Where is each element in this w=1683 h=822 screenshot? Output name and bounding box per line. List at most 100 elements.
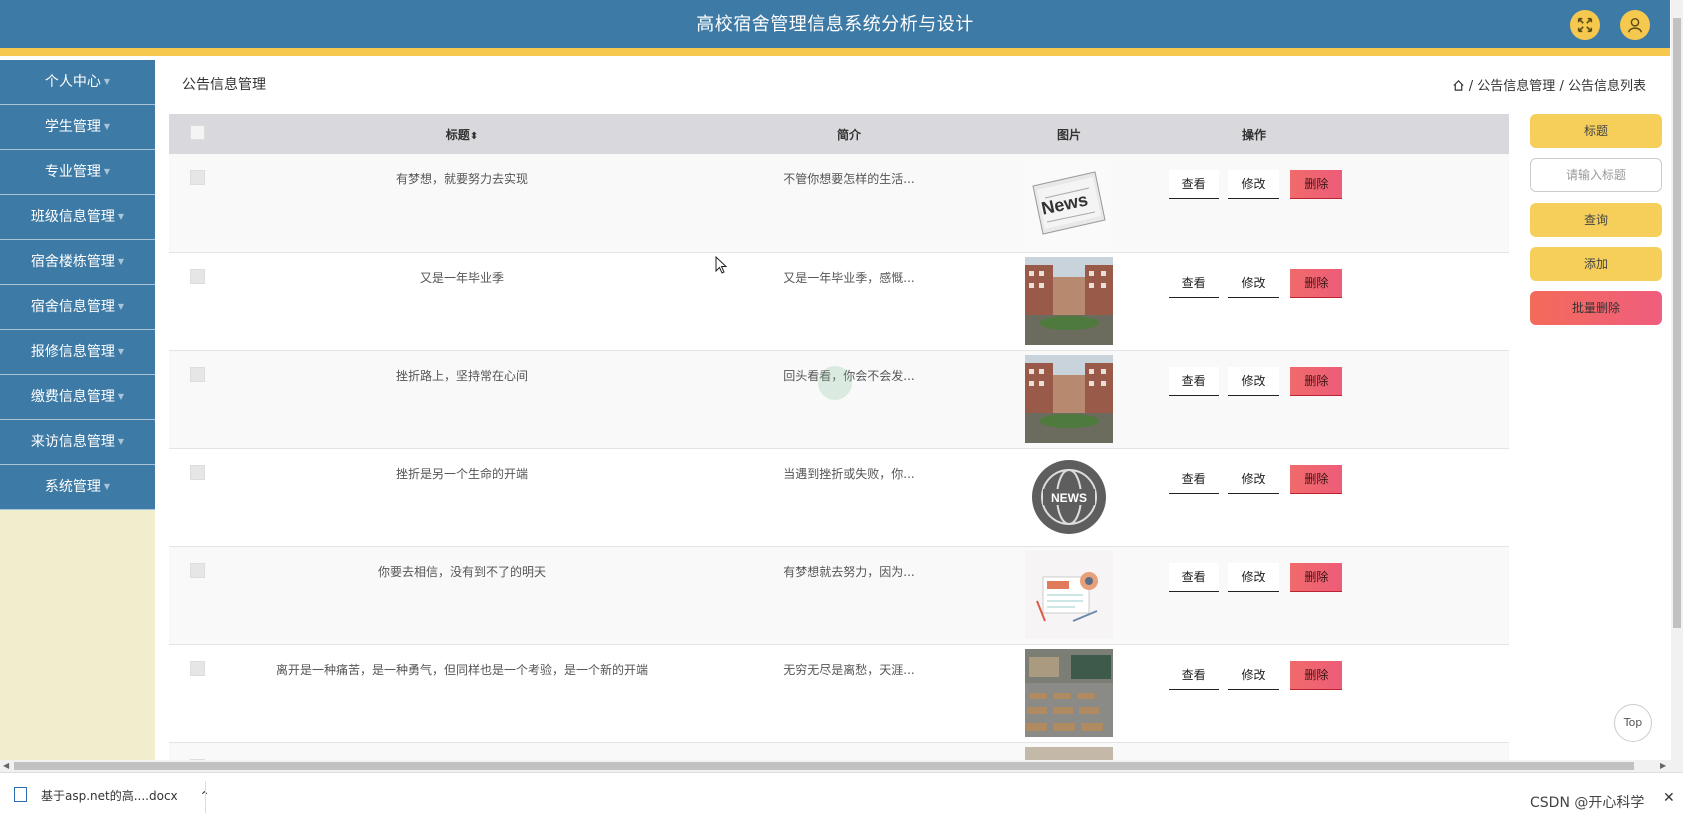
row-spacer xyxy=(1369,252,1509,350)
row-checkbox[interactable] xyxy=(189,366,205,382)
row-select-cell xyxy=(169,644,225,742)
sidebar-item-students[interactable]: 学生管理 ▼ xyxy=(0,105,155,150)
select-all-checkbox[interactable] xyxy=(189,125,205,140)
view-button[interactable]: 查看 xyxy=(1168,660,1219,690)
delete-button[interactable]: 删除 xyxy=(1290,366,1343,396)
svg-text:NEWS: NEWS xyxy=(1051,491,1087,505)
title-filter-label: 标题 xyxy=(1530,114,1662,148)
view-button[interactable]: 查看 xyxy=(1168,170,1219,199)
row-spacer xyxy=(1369,742,1509,760)
fullscreen-button[interactable] xyxy=(1570,10,1600,40)
horizontal-scroll-thumb[interactable] xyxy=(14,762,1634,770)
row-checkbox[interactable] xyxy=(189,464,205,480)
table-row: 离开是一种痛苦，是一种勇气，但同样也是一个考验，是一个新的开端 无穷无尽是离愁，… xyxy=(169,644,1509,742)
edit-button[interactable]: 修改 xyxy=(1228,366,1279,396)
column-header-title[interactable]: 标题⬍ xyxy=(225,114,699,154)
sidebar: 个人中心 ▼ 学生管理 ▼ 专业管理 ▼ 班级信息管理 ▼ 宿舍楼栋管理 ▼ 宿舍信息管理… xyxy=(0,60,155,760)
watermark-handle: 开心科学 xyxy=(1588,795,1645,811)
sidebar-item-classes[interactable]: 班级信息管理 ▼ xyxy=(0,195,155,240)
sidebar-item-visitors[interactable]: 来访信息管理 ▼ xyxy=(0,420,155,465)
row-summary: 又是一年毕业季，感慨... xyxy=(783,270,915,285)
horizontal-scrollbar[interactable]: ◀ ▶ xyxy=(0,760,1683,772)
app-title: 高校宿舍管理信息系统分析与设计 xyxy=(696,14,974,35)
sidebar-item-label: 班级信息管理 xyxy=(30,209,115,225)
row-title: 离开是一种痛苦，是一种勇气，但同样也是一个考验，是一个新的开端 xyxy=(275,662,648,677)
scroll-right-icon[interactable]: ▶ xyxy=(1660,761,1666,770)
view-button[interactable]: 查看 xyxy=(1168,268,1219,298)
row-summary: 有梦想就去努力，因为... xyxy=(783,564,915,579)
query-button[interactable]: 查询 xyxy=(1530,203,1662,237)
delete-button[interactable]: 删除 xyxy=(1290,562,1343,592)
table-row-partial xyxy=(169,742,1509,760)
sidebar-item-label: 个人中心 xyxy=(44,74,101,90)
row-actions: 查看 修改 删除 xyxy=(1139,448,1369,546)
table-row: 又是一年毕业季 又是一年毕业季，感慨... 查看 修改 删除 xyxy=(169,252,1509,350)
edit-button[interactable]: 修改 xyxy=(1228,562,1279,592)
sidebar-item-label: 专业管理 xyxy=(44,164,101,180)
row-actions xyxy=(1139,742,1369,760)
row-spacer xyxy=(1369,154,1509,252)
row-checkbox[interactable] xyxy=(189,660,205,676)
column-header-ops: 操作 xyxy=(1241,127,1266,142)
sidebar-item-payments[interactable]: 缴费信息管理 ▼ xyxy=(0,375,155,420)
edit-button[interactable]: 修改 xyxy=(1228,464,1279,494)
sidebar-item-repairs[interactable]: 报修信息管理 ▼ xyxy=(0,330,155,375)
sidebar-item-personal-center[interactable]: 个人中心 ▼ xyxy=(0,60,155,105)
row-actions: 查看 修改 删除 xyxy=(1139,546,1369,644)
sidebar-item-dorms[interactable]: 宿舍信息管理 ▼ xyxy=(0,285,155,330)
delete-button[interactable]: 删除 xyxy=(1290,464,1343,494)
chevron-down-icon: ▼ xyxy=(103,167,111,176)
column-header-spacer xyxy=(1369,114,1509,154)
delete-button[interactable]: 删除 xyxy=(1290,268,1343,298)
sidebar-item-majors[interactable]: 专业管理 ▼ xyxy=(0,150,155,195)
page-title: 公告信息管理 xyxy=(182,77,266,93)
sidebar-item-label: 宿舍楼栋管理 xyxy=(30,254,115,270)
row-actions: 查看 修改 删除 xyxy=(1139,252,1369,350)
sidebar-item-system[interactable]: 系统管理 ▼ xyxy=(0,465,155,510)
watermark-prefix: CSDN @ xyxy=(1530,795,1589,811)
chevron-down-icon: ▼ xyxy=(117,392,125,401)
view-button[interactable]: 查看 xyxy=(1168,366,1219,396)
chevron-down-icon: ▼ xyxy=(117,302,125,311)
back-to-top-button[interactable]: Top xyxy=(1614,704,1652,742)
row-summary: 无穷无尽是离愁，天涯... xyxy=(783,662,915,677)
edit-button[interactable]: 修改 xyxy=(1228,660,1279,690)
chevron-down-icon: ▼ xyxy=(103,482,111,491)
row-checkbox[interactable] xyxy=(189,268,205,284)
home-icon[interactable] xyxy=(1452,79,1465,96)
sort-icon[interactable]: ⬍ xyxy=(470,131,478,142)
chevron-down-icon: ▼ xyxy=(117,347,125,356)
chevron-down-icon: ▼ xyxy=(103,122,111,131)
breadcrumb-item[interactable]: 公告信息管理 xyxy=(1477,79,1555,94)
vertical-scroll-thumb[interactable] xyxy=(1673,18,1681,628)
search-input[interactable]: 请输入标题 xyxy=(1530,158,1662,192)
delete-button[interactable]: 删除 xyxy=(1290,170,1343,199)
notice-table: 标题⬍ 简介 图片 操作 有梦想，就要努力去实现 不管你想要怎样的生活... N… xyxy=(169,114,1509,760)
row-checkbox[interactable] xyxy=(189,170,205,185)
row-spacer xyxy=(1369,546,1509,644)
row-image-cell xyxy=(999,742,1139,760)
row-title: 你要去相信，没有到不了的明天 xyxy=(377,564,546,579)
sidebar-item-buildings[interactable]: 宿舍楼栋管理 ▼ xyxy=(0,240,155,285)
user-icon xyxy=(1627,17,1643,33)
chevron-down-icon: ▼ xyxy=(117,257,125,266)
row-checkbox[interactable] xyxy=(189,562,205,578)
close-icon[interactable]: ✕ xyxy=(1663,790,1675,806)
row-select-cell xyxy=(169,546,225,644)
user-profile-button[interactable] xyxy=(1620,10,1650,40)
view-button[interactable]: 查看 xyxy=(1168,562,1219,592)
news-globe-image: NEWS xyxy=(1025,452,1113,541)
delete-button[interactable]: 删除 xyxy=(1290,660,1343,690)
fullscreen-icon xyxy=(1577,17,1593,33)
edit-button[interactable]: 修改 xyxy=(1228,170,1279,199)
add-button[interactable]: 添加 xyxy=(1530,247,1662,281)
classroom-image xyxy=(1025,648,1113,737)
view-button[interactable]: 查看 xyxy=(1168,464,1219,494)
edit-button[interactable]: 修改 xyxy=(1228,268,1279,298)
scroll-left-icon[interactable]: ◀ xyxy=(3,761,9,770)
download-item[interactable]: 基于asp.net的高....docx ⌃ xyxy=(14,787,210,804)
column-header-image: 图片 xyxy=(1056,127,1081,142)
batch-delete-button[interactable]: 批量删除 xyxy=(1530,291,1662,325)
breadcrumb: / 公告信息管理 / 公告信息列表 xyxy=(1452,75,1646,96)
vertical-scrollbar[interactable] xyxy=(1671,0,1683,760)
